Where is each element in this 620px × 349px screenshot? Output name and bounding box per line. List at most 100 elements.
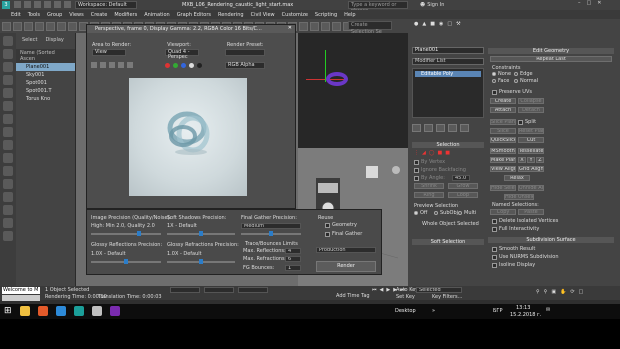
zoom-all-icon[interactable]: ⚲ — [544, 289, 548, 295]
delete-isolated-checkbox[interactable]: Delete Isolated Vertices — [492, 218, 558, 224]
maxscript-output[interactable] — [2, 295, 40, 301]
bones-filter-icon[interactable] — [3, 179, 13, 189]
unlink-icon[interactable] — [35, 21, 44, 31]
play-icon[interactable]: ▶ — [386, 287, 390, 293]
pan-icon[interactable]: ✋ — [560, 289, 566, 295]
alpha-channel-icon[interactable] — [189, 63, 194, 68]
geometry-check-icon[interactable] — [325, 222, 330, 228]
modify-tab-icon[interactable]: ▲ — [422, 21, 426, 27]
modifier-list-dropdown[interactable]: Modifier List — [412, 58, 484, 65]
display-filter-icon[interactable] — [3, 62, 13, 72]
menu-create[interactable]: Create — [91, 12, 108, 18]
bind-space-warp-icon[interactable] — [46, 21, 55, 31]
torus-knot-object[interactable] — [326, 72, 348, 86]
spacewarps-filter-icon[interactable] — [3, 140, 13, 150]
viewport-dropdown[interactable]: Quad 4 - Perspec — [165, 49, 199, 60]
paste-button[interactable]: Paste — [518, 209, 544, 215]
red-channel-icon[interactable] — [165, 63, 170, 68]
render-preset-dropdown[interactable] — [225, 49, 265, 56]
menu-civil-view[interactable]: Civil View — [251, 12, 275, 18]
redo-icon[interactable] — [54, 1, 61, 8]
link-icon[interactable] — [24, 21, 33, 31]
glossy-refractions-knob[interactable] — [199, 259, 203, 264]
render-button[interactable]: Render — [316, 261, 376, 272]
planar-z-button[interactable]: Z — [536, 157, 544, 163]
project-icon[interactable] — [64, 1, 71, 8]
final-gather-slider[interactable] — [241, 231, 301, 236]
create-icon[interactable] — [3, 36, 13, 46]
glossy-refractions-slider[interactable] — [167, 259, 235, 264]
smooth-result-check-icon[interactable] — [492, 246, 497, 252]
relax-button[interactable]: Relax — [504, 175, 530, 181]
vertex-level-icon[interactable]: ⋮ — [414, 150, 419, 156]
by-vertex-check-icon[interactable] — [414, 159, 419, 165]
msmooth-button[interactable]: MSmooth — [490, 148, 516, 154]
edit-geometry-rollout[interactable]: Edit Geometry — [488, 48, 614, 54]
utilities-tab-icon[interactable]: ⚒ — [456, 21, 460, 27]
shrink-button[interactable]: Shrink — [414, 183, 444, 189]
quickslice-button[interactable]: QuickSlice — [490, 137, 516, 143]
preserve-uvs-checkbox[interactable]: Preserve UVs — [492, 89, 532, 95]
menu-graph-editors[interactable]: Graph Editors — [177, 12, 211, 18]
menu-animation[interactable]: Animation — [144, 12, 170, 18]
3dsmax-icon[interactable] — [73, 306, 84, 316]
glossy-reflections-slider[interactable] — [91, 259, 161, 264]
image-precision-slider[interactable] — [91, 231, 161, 236]
edge-level-icon[interactable]: ◢ — [422, 150, 426, 156]
soft-shadows-slider[interactable] — [167, 231, 235, 236]
menu-customize[interactable]: Customize — [282, 12, 308, 18]
x-coord-field[interactable] — [170, 287, 200, 293]
configure-sets-icon[interactable] — [460, 124, 469, 132]
menu-group[interactable]: Group — [47, 12, 62, 18]
final-gather-checkbox[interactable]: Final Gather — [325, 231, 362, 237]
render-mode-dropdown[interactable]: Production — [316, 247, 376, 253]
orbit-icon[interactable]: ⟳ — [570, 289, 574, 295]
app2-icon[interactable] — [109, 306, 120, 316]
name-column-header[interactable]: Name (Sorted Ascen — [16, 49, 75, 63]
use-nurms-checkbox[interactable]: Use NURMS Subdivision — [492, 254, 559, 260]
windows-start-icon[interactable]: ⊞ — [4, 306, 12, 316]
final-gather-dropdown[interactable]: Medium — [241, 223, 301, 229]
image-precision-knob[interactable] — [137, 231, 141, 236]
full-interactivity-checkbox[interactable]: Full Interactivity — [492, 226, 539, 232]
cut-button[interactable]: Cut — [518, 137, 544, 143]
isoline-display-check-icon[interactable] — [492, 262, 497, 268]
preview-subobj-radio-icon[interactable] — [434, 211, 438, 215]
element-level-icon[interactable]: ■ — [445, 150, 450, 156]
groups-filter-icon[interactable] — [3, 153, 13, 163]
constraint-edge-radio[interactable]: Edge — [514, 71, 533, 77]
max-refractions-spinner[interactable]: 6 — [285, 256, 301, 262]
notification-icon[interactable]: ✉ — [546, 307, 550, 313]
copy-button[interactable]: Copy — [490, 209, 516, 215]
close-icon[interactable]: ✕ — [288, 25, 292, 31]
preview-off-radio-icon[interactable] — [414, 211, 418, 215]
blue-channel-icon[interactable] — [181, 63, 186, 68]
redo-icon[interactable] — [13, 21, 22, 31]
cameras-filter-icon[interactable] — [3, 114, 13, 124]
previous-frame-icon[interactable]: ◀ — [380, 287, 384, 293]
containers-filter-icon[interactable] — [3, 192, 13, 202]
constraint-normal-radio[interactable]: Normal — [514, 78, 538, 84]
constraint-none-radio-icon[interactable] — [492, 72, 496, 76]
maxscript-listener[interactable]: Welcome to M — [2, 287, 40, 294]
by-vertex-checkbox[interactable]: By Vertex — [414, 159, 445, 165]
ignore-backfacing-checkbox[interactable]: Ignore Backfacing — [414, 167, 466, 173]
repeat-last-button[interactable]: Repeat Last — [490, 56, 612, 62]
scene-item-plane001[interactable]: Plane001 — [16, 63, 75, 71]
desktop-chevron-icon[interactable]: » — [432, 308, 435, 314]
soft-selection-rollout[interactable]: Soft Selection — [412, 239, 484, 245]
geometry-checkbox[interactable]: Geometry — [325, 222, 357, 228]
subdivision-surface-rollout[interactable]: Subdivision Surface — [488, 237, 614, 243]
print-image-icon[interactable] — [118, 62, 124, 68]
soft-shadows-knob[interactable] — [199, 231, 203, 236]
angle-spinner[interactable]: 45.0 — [452, 175, 470, 181]
menu-views[interactable]: Views — [69, 12, 83, 18]
select-object-icon[interactable] — [68, 21, 77, 31]
object-name-field[interactable]: Plane001 — [412, 47, 484, 54]
zoom-extents-icon[interactable]: ▣ — [551, 289, 556, 295]
constraint-edge-radio-icon[interactable] — [514, 72, 518, 76]
constraint-none-radio[interactable]: None — [492, 71, 511, 77]
all-filter-icon[interactable] — [3, 231, 13, 241]
grow-button[interactable]: Grow — [448, 183, 478, 189]
go-to-start-icon[interactable]: ⏮ — [372, 287, 377, 293]
